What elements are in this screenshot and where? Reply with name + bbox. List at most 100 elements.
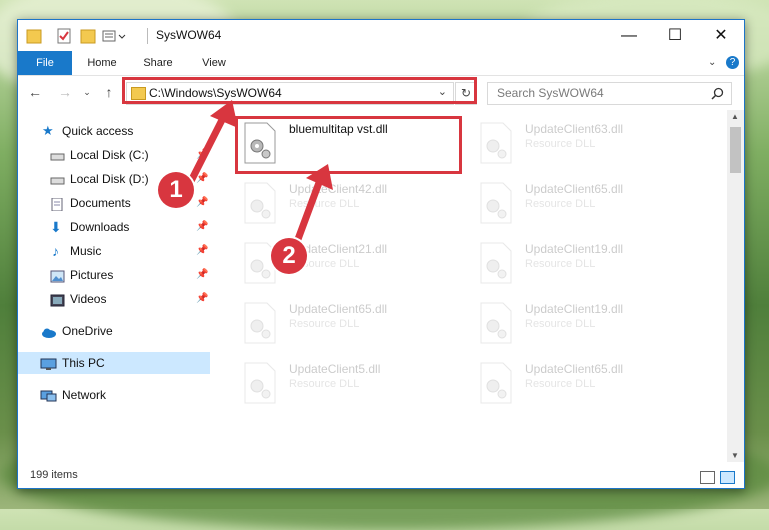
sidebar-item-label: Local Disk (C:) [70,148,149,162]
search-placeholder: Search SysWOW64 [497,86,604,100]
help-icon[interactable]: ? [726,56,739,69]
pin-icon[interactable]: 📌 [196,216,208,238]
sidebar-item-music[interactable]: ♪ Music 📌 [18,240,210,262]
file-item[interactable]: UpdateClient19.dll Resource DLL [473,238,703,296]
address-row: ← → ⌄ ↑ C:\Windows\SysWOW64 ⌄ ↻ Search S… [18,76,744,110]
forward-arrow-icon[interactable]: → [56,84,74,100]
drive-icon [50,148,65,161]
sidebar-item-label: Music [70,244,102,258]
dll-file-icon [244,302,276,344]
ribbon: File Home Share View ⌄ ? [18,51,744,76]
file-name: UpdateClient5.dll [289,362,381,376]
new-folder-icon[interactable] [80,27,96,45]
step-2-badge: 2 [271,238,307,274]
sidebar-item-label: Videos [70,292,107,306]
large-icons-view-icon[interactable] [720,471,735,484]
back-arrow-icon[interactable]: ← [26,84,44,100]
recent-locations-icon[interactable]: ⌄ [78,87,96,98]
file-item[interactable]: UpdateClient65.dll Resource DLL [473,358,703,416]
properties-icon[interactable] [56,27,72,45]
computer-icon [40,356,57,370]
cloud-icon [40,324,56,338]
search-icon [711,87,724,100]
videos-icon [50,292,65,307]
sidebar-item-label: Documents [70,196,131,210]
sidebar-item-videos[interactable]: Videos 📌 [18,288,210,310]
title-separator [147,28,148,44]
up-arrow-icon[interactable]: ↑ [100,84,118,100]
vertical-scrollbar[interactable]: ▲ ▼ [727,110,744,462]
tab-file[interactable]: File [18,51,72,75]
file-item[interactable]: UpdateClient63.dll Resource DLL [473,118,703,176]
sidebar-item-label: This PC [62,356,105,370]
close-button[interactable]: ✕ [698,20,744,51]
dll-file-icon [480,362,512,404]
scroll-down-icon[interactable]: ▼ [731,451,739,460]
pin-icon[interactable]: 📌 [196,288,208,310]
dll-file-icon [480,242,512,284]
sidebar-item-label: Local Disk (D:) [70,172,149,186]
sidebar-item-label: OneDrive [62,324,113,338]
details-view-icon[interactable] [700,471,715,484]
sidebar-item-label: Downloads [70,220,130,234]
sidebar-item-onedrive[interactable]: OneDrive [18,320,210,342]
tab-home[interactable]: Home [80,51,124,75]
search-input[interactable]: Search SysWOW64 [487,82,732,105]
sidebar-item-label: Quick access [62,124,134,138]
file-name: UpdateClient65.dll [525,362,624,376]
title-bar: SysWOW64 — ☐ ✕ [18,20,744,51]
step-1-badge: 1 [158,172,194,208]
sidebar-item-label: Pictures [70,268,114,282]
maximize-button[interactable]: ☐ [652,20,698,51]
documents-icon [50,196,65,212]
file-name: UpdateClient19.dll [525,242,624,256]
dll-file-icon [480,182,512,224]
file-name: UpdateClient65.dll [525,182,624,196]
file-type: Resource DLL [525,198,596,210]
pin-icon[interactable]: 📌 [196,264,208,286]
sidebar-item-this-pc[interactable]: This PC [18,352,210,374]
file-name: UpdateClient63.dll [525,122,624,136]
tab-view[interactable]: View [192,51,236,75]
file-type: Resource DLL [525,138,596,150]
drive-icon [50,172,65,185]
pin-icon[interactable]: 📌 [196,240,208,262]
step-1-arrow [184,100,238,191]
file-name: UpdateClient65.dll [289,302,388,316]
pictures-icon [50,268,65,283]
sidebar-item-downloads[interactable]: ⬇ Downloads 📌 [18,216,210,238]
music-icon: ♪ [52,243,59,259]
address-annotation-box [122,77,477,104]
file-type: Resource DLL [525,258,596,270]
file-item[interactable]: UpdateClient5.dll Resource DLL [237,358,467,416]
file-type: Resource DLL [525,318,596,330]
sidebar-item-label: Network [62,388,107,402]
status-bar: 199 items [18,466,744,488]
file-type: Resource DLL [289,318,360,330]
customize-toolbar-icon[interactable] [102,27,128,45]
window-title: SysWOW64 [156,28,222,42]
expand-ribbon-icon[interactable]: ⌄ [708,51,716,75]
dll-file-icon [480,302,512,344]
tab-share[interactable]: Share [136,51,180,75]
sidebar-item-pictures[interactable]: Pictures 📌 [18,264,210,286]
scroll-up-icon[interactable]: ▲ [731,112,739,121]
minimize-button[interactable]: — [606,20,652,51]
folder-icon [26,29,42,44]
file-type: Resource DLL [525,378,596,390]
network-icon [40,388,57,402]
file-item[interactable]: UpdateClient65.dll Resource DLL [473,178,703,236]
star-icon: ★ [42,123,54,138]
dll-file-icon [480,122,512,164]
scrollbar-thumb[interactable] [730,127,741,173]
dll-file-icon [244,362,276,404]
pin-icon[interactable]: 📌 [196,192,208,214]
sidebar-item-network[interactable]: Network [18,384,210,406]
item-count: 199 items [30,469,78,481]
file-item[interactable]: UpdateClient19.dll Resource DLL [473,298,703,356]
download-icon: ⬇ [50,219,62,235]
file-item[interactable]: UpdateClient65.dll Resource DLL [237,298,467,356]
file-name: UpdateClient19.dll [525,302,624,316]
file-type: Resource DLL [289,378,360,390]
file-explorer-window: SysWOW64 — ☐ ✕ File Home Share View ⌄ ? … [17,19,745,489]
